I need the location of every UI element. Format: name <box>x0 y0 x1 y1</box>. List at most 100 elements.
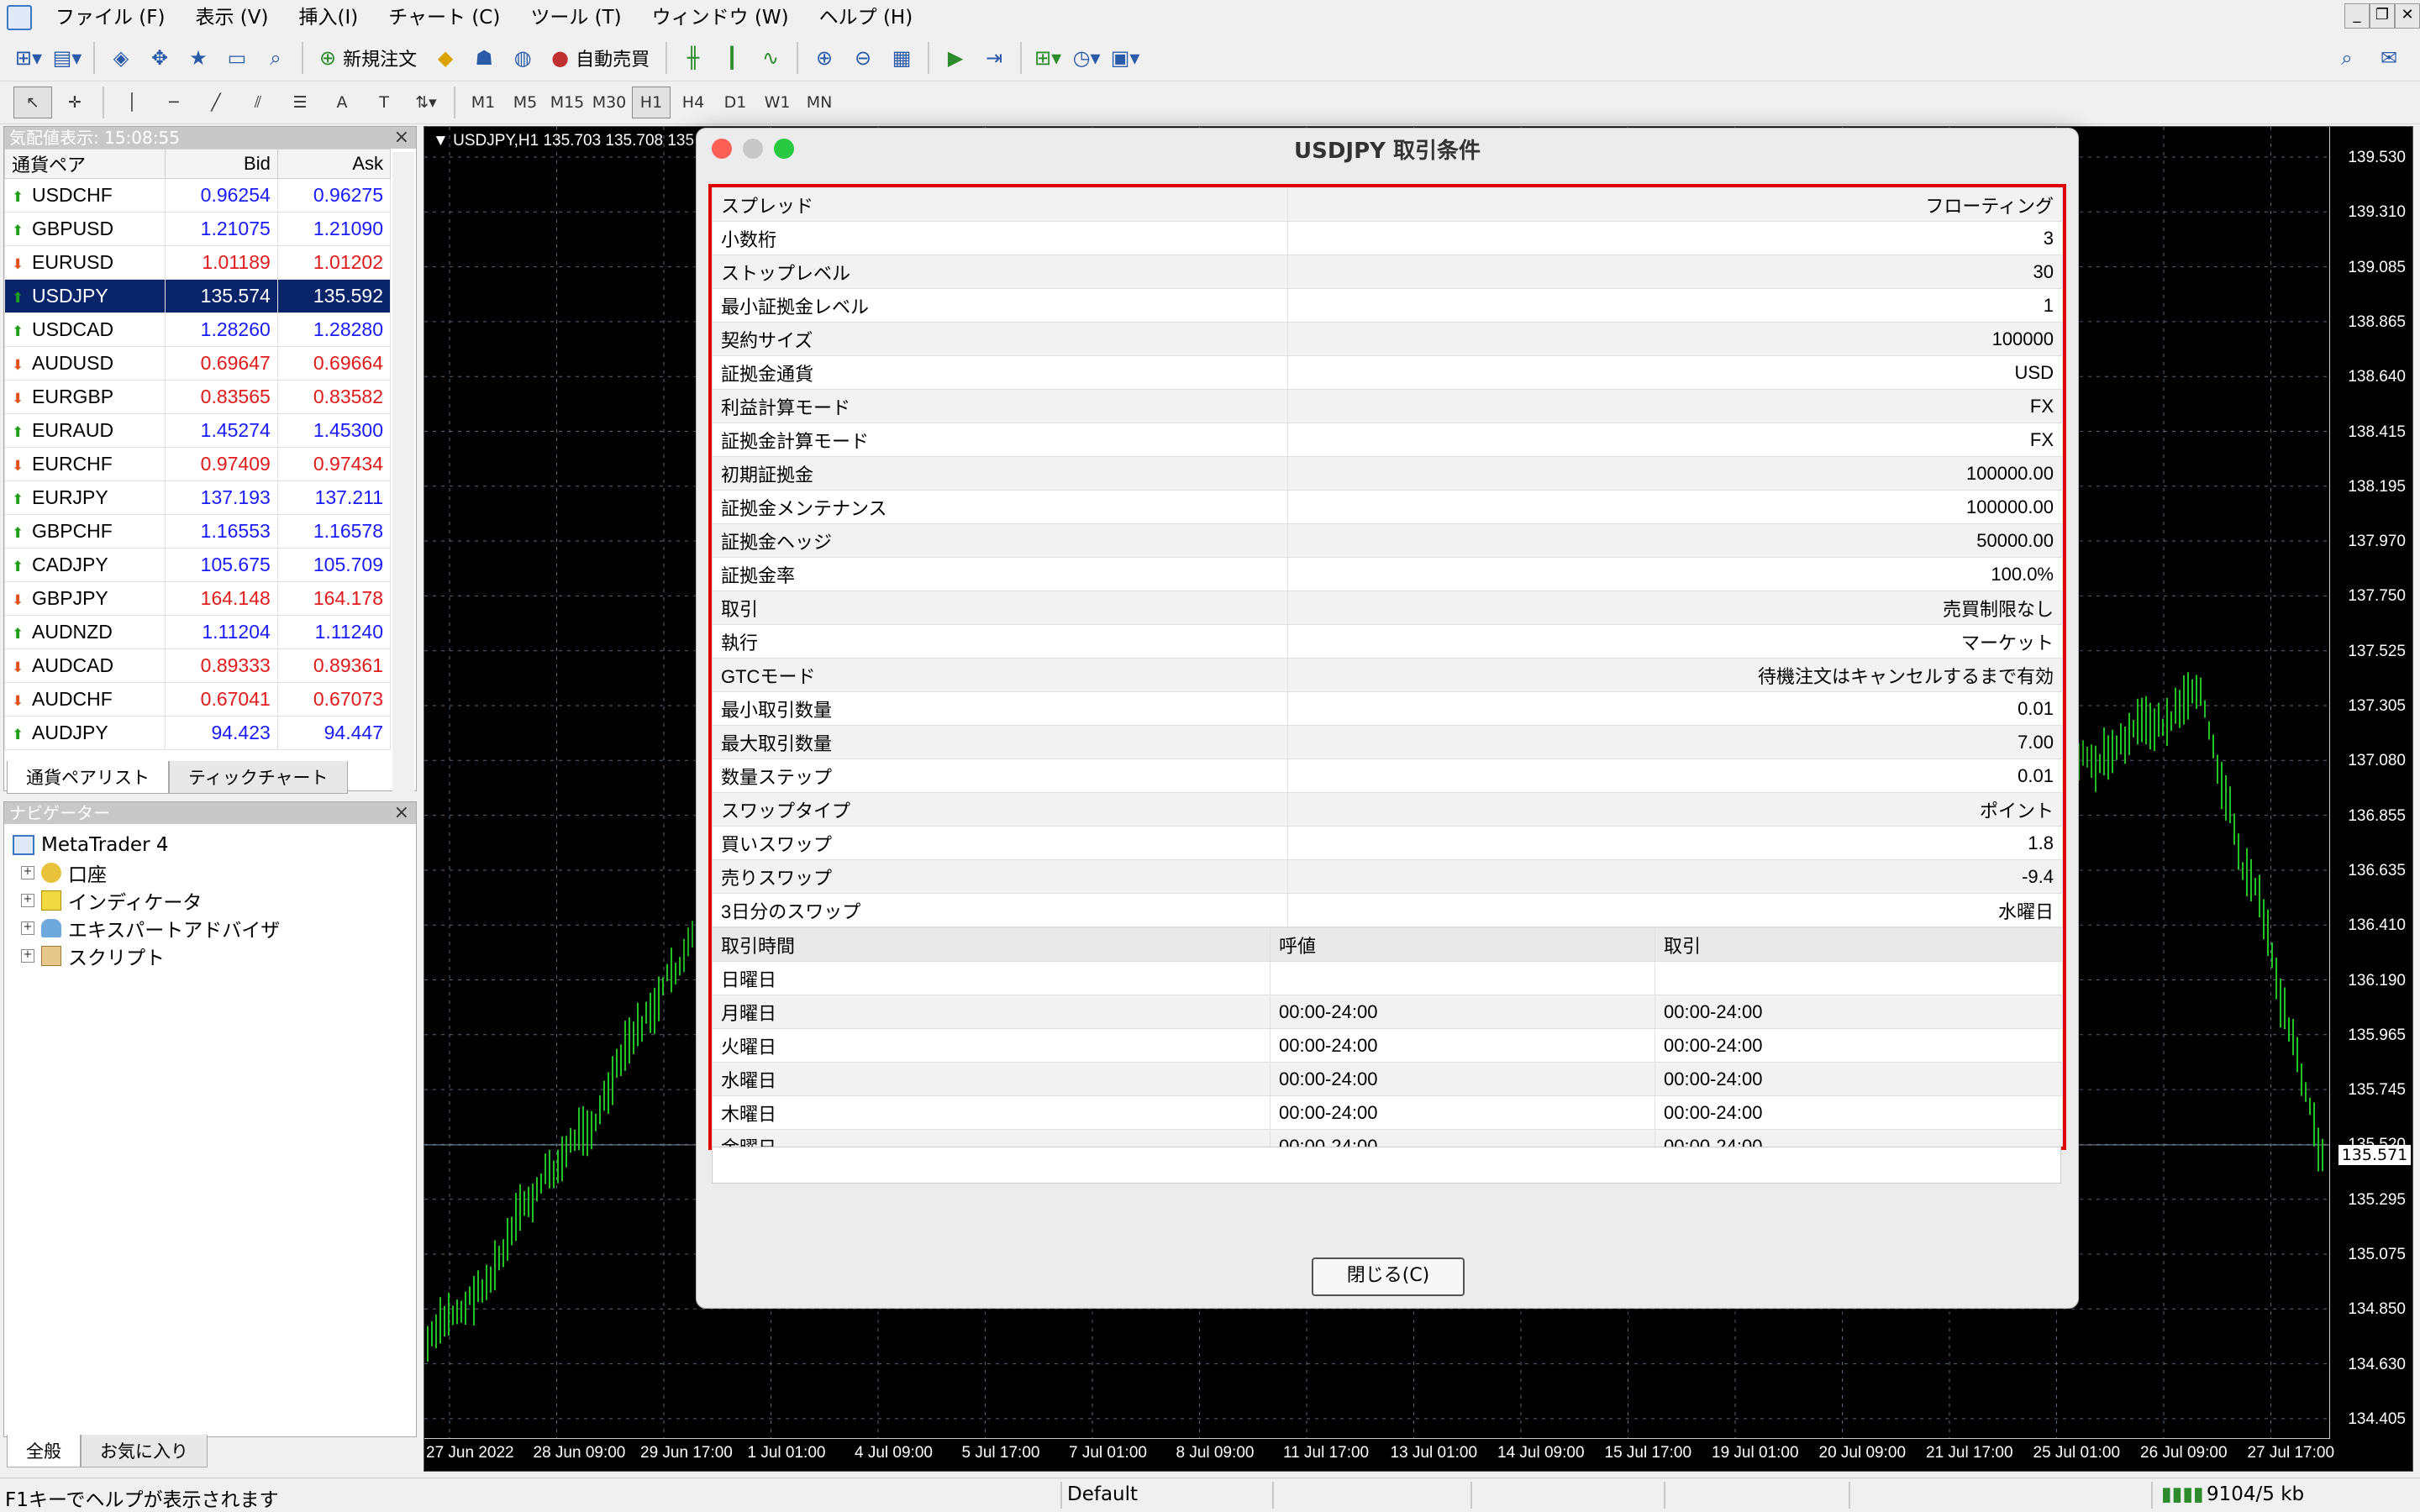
auto-trade-button[interactable]: ● 自動売買 <box>544 41 656 75</box>
menu-view[interactable]: 表示 (V) <box>181 0 284 35</box>
vps-icon[interactable]: ◍ <box>506 41 539 75</box>
vertical-line-icon[interactable]: │ <box>113 87 151 118</box>
market-watch-row[interactable]: ⬇ AUDCAD 0.89333 0.89361 <box>4 648 392 683</box>
tile-windows-icon[interactable]: ▦ <box>885 41 918 75</box>
arrow-up-icon: ⬆ <box>12 424 24 440</box>
tester-icon[interactable]: ⌕ <box>259 41 292 75</box>
market-watch-row[interactable]: ⬆ USDCAD 1.28260 1.28280 <box>4 312 392 347</box>
close-icon[interactable]: × <box>394 802 409 824</box>
search-icon[interactable]: ⌕ <box>2330 41 2364 75</box>
expand-icon[interactable]: + <box>21 893 34 907</box>
timeframe-m5[interactable]: M5 <box>506 87 544 118</box>
market-watch-row[interactable]: ⬆ USDJPY 135.574 135.592 <box>4 279 392 313</box>
zoom-out-icon[interactable]: ⊖ <box>846 41 880 75</box>
terminal-icon[interactable]: ▭ <box>220 41 254 75</box>
meta-editor-icon[interactable]: ◆ <box>429 41 462 75</box>
market-watch-row[interactable]: ⬆ EURJPY 137.193 137.211 <box>4 480 392 515</box>
dialog-title-bar[interactable]: USDJPY 取引条件 <box>697 129 2078 167</box>
price-axis[interactable]: 139.530 139.310 139.085 138.865 138.640 138.4… <box>2329 127 2412 1439</box>
tab-symbols-list[interactable]: 通貨ペアリスト <box>7 761 169 794</box>
time-axis[interactable]: 27 Jun 2022 28 Jun 09:00 29 Jun 17:00 1 Jul… <box>424 1438 2334 1471</box>
line-chart-icon[interactable]: ∿ <box>754 41 787 75</box>
text-icon[interactable]: A <box>323 87 361 118</box>
expand-icon[interactable]: + <box>21 921 34 935</box>
market-watch-icon[interactable]: ◈ <box>104 41 138 75</box>
auto-scroll-icon[interactable]: ▶ <box>939 41 972 75</box>
market-watch-row[interactable]: ⬆ AUDJPY 94.423 94.447 <box>4 716 392 750</box>
expand-icon[interactable]: + <box>21 948 34 963</box>
fibonacci-icon[interactable]: ☰ <box>281 87 319 118</box>
timeframe-h4[interactable]: H4 <box>674 87 713 118</box>
indicators-icon[interactable]: ⊞▾ <box>1031 41 1065 75</box>
minimize-icon[interactable]: _ <box>2344 3 2370 29</box>
tree-item-experts[interactable]: + エキスパートアドバイザ <box>13 914 416 942</box>
new-order-button[interactable]: ⊕ 新規注文 <box>313 41 424 75</box>
market-watch-row[interactable]: ⬇ EURUSD 1.01189 1.01202 <box>4 245 392 280</box>
timeframe-h1[interactable]: H1 <box>632 87 671 118</box>
timeframe-mn[interactable]: MN <box>800 87 839 118</box>
expand-icon[interactable]: + <box>21 865 34 879</box>
horizontal-line-icon[interactable]: ─ <box>155 87 193 118</box>
tree-root[interactable]: MetaTrader 4 <box>13 831 416 858</box>
menu-insert[interactable]: 挿入(I) <box>284 0 374 35</box>
menu-window[interactable]: ウィンドウ (W) <box>637 0 804 35</box>
chart-shift-icon[interactable]: ⇥ <box>977 41 1011 75</box>
close-icon[interactable]: × <box>394 127 409 149</box>
timeframe-m15[interactable]: M15 <box>548 87 587 118</box>
tab-tick-chart[interactable]: ティックチャート <box>169 761 348 794</box>
column-header-symbol[interactable]: 通貨ペア <box>4 149 166 179</box>
chart-menu-arrow-icon[interactable]: ▼ <box>433 132 449 150</box>
tree-item-scripts[interactable]: + スクリプト <box>13 942 416 969</box>
trendline-icon[interactable]: ╱ <box>197 87 235 118</box>
text-label-icon[interactable]: T <box>365 87 403 118</box>
menu-help[interactable]: ヘルプ (H) <box>804 0 929 35</box>
bar-chart-icon[interactable]: ╫ <box>676 41 710 75</box>
market-watch-scrollbar[interactable] <box>392 152 414 883</box>
spec-value: 0.01 <box>1287 691 2063 726</box>
timeframe-m1[interactable]: M1 <box>464 87 502 118</box>
close-button[interactable]: 閉じる(C) <box>1312 1257 1465 1296</box>
market-watch-row[interactable]: ⬇ GBPJPY 164.148 164.178 <box>4 581 392 616</box>
market-watch-row[interactable]: ⬇ AUDUSD 0.69647 0.69664 <box>4 346 392 381</box>
menu-chart[interactable]: チャート (C) <box>373 0 515 35</box>
cursor-icon[interactable]: ↖ <box>13 87 52 118</box>
menu-file[interactable]: ファイル (F) <box>40 0 181 35</box>
menu-tools[interactable]: ツール (T) <box>515 0 636 35</box>
timeframe-m30[interactable]: M30 <box>590 87 629 118</box>
market-watch-row[interactable]: ⬆ GBPUSD 1.21075 1.21090 <box>4 212 392 246</box>
symbol-name: EURAUD <box>32 419 114 441</box>
tree-item-indicators[interactable]: + インディケータ <box>13 886 416 914</box>
arrows-icon[interactable]: ⇅▾ <box>407 87 445 118</box>
chat-icon[interactable]: ✉ <box>2372 41 2406 75</box>
market-watch-row[interactable]: ⬇ EURCHF 0.97409 0.97434 <box>4 447 392 481</box>
signals-icon[interactable]: ☗ <box>467 41 501 75</box>
tab-common[interactable]: 全般 <box>7 1435 81 1467</box>
zoom-in-icon[interactable]: ⊕ <box>808 41 841 75</box>
restore-icon[interactable]: ❐ <box>2370 3 2395 29</box>
data-window-icon[interactable]: ✥ <box>143 41 176 75</box>
templates-icon[interactable]: ▣▾ <box>1108 41 1142 75</box>
new-chart-icon[interactable]: ⊞▾ <box>12 41 45 75</box>
market-watch-row[interactable]: ⬆ GBPCHF 1.16553 1.16578 <box>4 514 392 549</box>
profiles-icon[interactable]: ▤▾ <box>50 41 84 75</box>
spec-label: 証拠金メンテナンス <box>712 490 1288 524</box>
equidistant-channel-icon[interactable]: ⫽ <box>239 87 277 118</box>
spec-label: 執行 <box>712 624 1288 659</box>
navigator-icon[interactable]: ★ <box>182 41 215 75</box>
market-watch-row[interactable]: ⬆ USDCHF 0.96254 0.96275 <box>4 178 392 213</box>
column-header-ask[interactable]: Ask <box>276 149 392 179</box>
tab-favorites[interactable]: お気に入り <box>81 1435 208 1467</box>
candlestick-icon[interactable]: ┃ <box>715 41 749 75</box>
market-watch-row[interactable]: ⬆ CADJPY 105.675 105.709 <box>4 548 392 582</box>
market-watch-row[interactable]: ⬇ EURGBP 0.83565 0.83582 <box>4 380 392 414</box>
timeframe-d1[interactable]: D1 <box>716 87 755 118</box>
close-icon[interactable]: ✕ <box>2395 3 2420 29</box>
crosshair-icon[interactable]: ✛ <box>55 87 94 118</box>
tree-item-accounts[interactable]: + 口座 <box>13 858 416 886</box>
market-watch-row[interactable]: ⬇ AUDCHF 0.67041 0.67073 <box>4 682 392 717</box>
market-watch-row[interactable]: ⬆ AUDNZD 1.11204 1.11240 <box>4 615 392 649</box>
market-watch-row[interactable]: ⬆ EURAUD 1.45274 1.45300 <box>4 413 392 448</box>
periods-icon[interactable]: ◷▾ <box>1070 41 1103 75</box>
timeframe-w1[interactable]: W1 <box>758 87 797 118</box>
column-header-bid[interactable]: Bid <box>164 149 278 179</box>
